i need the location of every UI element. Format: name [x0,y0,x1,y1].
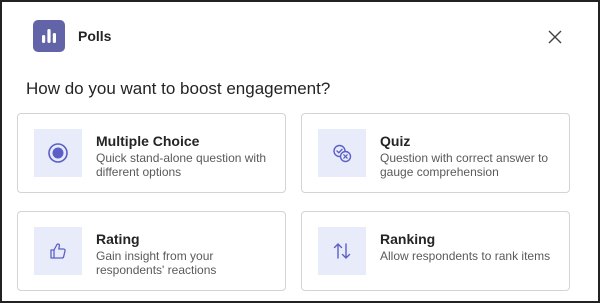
option-description: Allow respondents to rank items [380,249,551,263]
radio-button-icon [34,129,82,177]
bar-chart-icon [33,20,65,52]
dialog-header: Polls [33,20,111,52]
option-description: Gain insight from your respondents' reac… [96,249,217,277]
arrow-up-down-icon [318,227,366,275]
option-title: Multiple Choice [96,133,200,149]
option-card-rating[interactable]: Rating Gain insight from your respondent… [17,211,286,291]
option-description: Question with correct answer to gauge co… [380,151,549,179]
close-icon [548,30,562,44]
option-card-quiz[interactable]: Quiz Question with correct answer to gau… [301,113,570,193]
option-title: Ranking [380,231,436,247]
option-card-ranking[interactable]: Ranking Allow respondents to rank items [301,211,570,291]
polls-dialog: Polls How do you want to boost engagemen… [0,0,600,303]
option-title: Rating [96,231,140,247]
option-title: Quiz [380,133,411,149]
dialog-prompt: How do you want to boost engagement? [26,79,331,98]
option-description: Quick stand-alone question with differen… [96,151,267,179]
close-button[interactable] [545,27,565,47]
option-card-multiple-choice[interactable]: Multiple Choice Quick stand-alone questi… [17,113,286,193]
app-title: Polls [78,28,112,44]
thumbs-up-icon [34,227,82,275]
quiz-check-icon [318,129,366,177]
